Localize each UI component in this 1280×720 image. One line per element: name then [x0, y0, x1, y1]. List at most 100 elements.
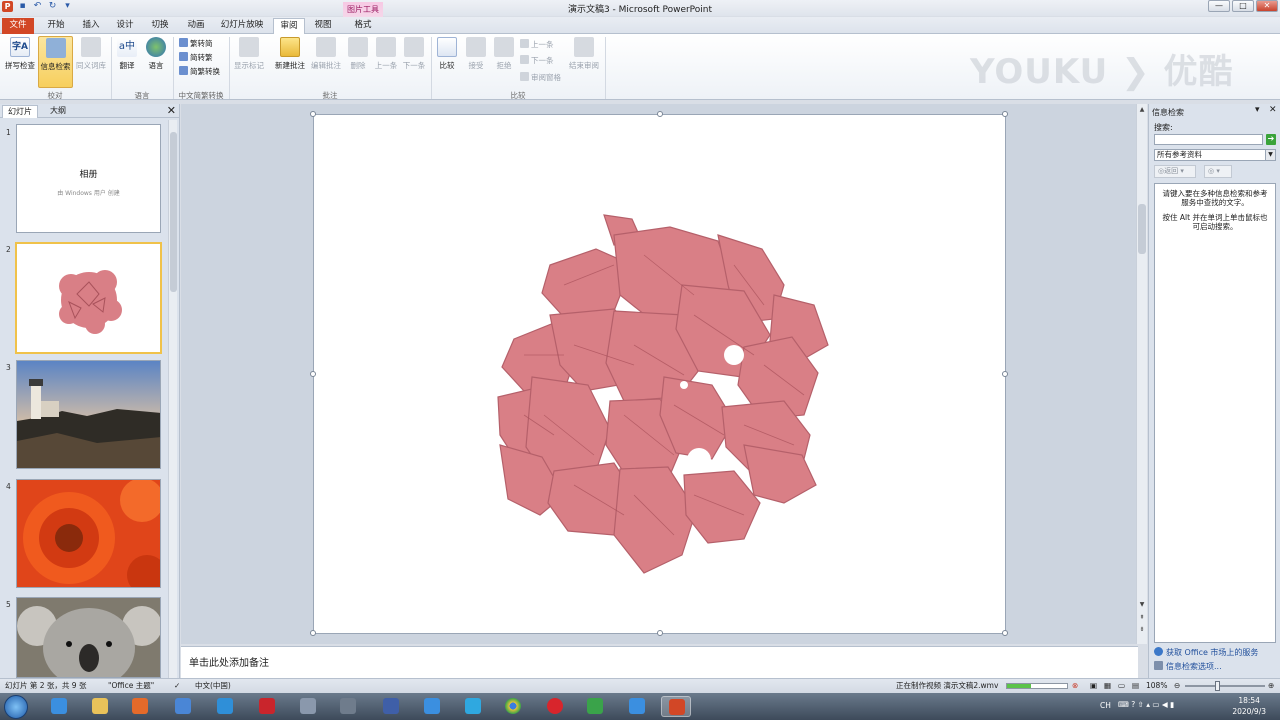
slide-thumbnail-4[interactable]: [16, 479, 161, 588]
taskbar-app-4[interactable]: [168, 696, 198, 717]
spell-check-button[interactable]: 字A 拼写检查: [3, 37, 37, 71]
reading-view-icon[interactable]: ▭: [1118, 679, 1125, 693]
zoom-out-icon[interactable]: ⊖: [1174, 679, 1180, 693]
prev-slide-icon[interactable]: ⇞: [1138, 614, 1146, 621]
notes-pane[interactable]: 单击此处添加备注: [181, 646, 1138, 678]
close-icon[interactable]: ✕: [167, 104, 176, 118]
compare-button[interactable]: 比较: [435, 37, 459, 71]
thesaurus-button[interactable]: 同义词库: [74, 37, 108, 71]
tab-format[interactable]: 格式: [345, 18, 381, 34]
scroll-up-icon[interactable]: ▲: [1138, 106, 1146, 113]
resize-handle[interactable]: [657, 630, 663, 636]
forward-button[interactable]: ◎ ▾: [1204, 165, 1232, 178]
zoom-level[interactable]: 108%: [1146, 679, 1167, 693]
resize-handle[interactable]: [310, 630, 316, 636]
language-indicator[interactable]: 中文(中国): [195, 679, 231, 693]
cancel-task-icon[interactable]: ⊗: [1072, 679, 1078, 693]
tab-review[interactable]: 审阅: [273, 18, 305, 34]
next-comment-button[interactable]: 下一条: [400, 37, 428, 71]
reject-button[interactable]: 拒绝: [491, 37, 517, 71]
taskbar-app-9[interactable]: [376, 696, 406, 717]
start-button[interactable]: [4, 695, 28, 719]
ime-indicator[interactable]: CH: [1100, 701, 1111, 710]
show-markup-button[interactable]: 显示标记: [232, 37, 266, 71]
taskbar-powerpoint[interactable]: [661, 696, 691, 717]
slideshow-view-icon[interactable]: ▤: [1132, 679, 1139, 693]
zoom-in-icon[interactable]: ⊕: [1268, 679, 1274, 693]
close-icon[interactable]: ✕: [1269, 105, 1277, 115]
scrollbar-thumb[interactable]: [170, 132, 177, 292]
translate-button[interactable]: a中 翻译: [114, 37, 140, 71]
taskbar-explorer[interactable]: [85, 696, 115, 717]
taskbar-app-10[interactable]: [417, 696, 447, 717]
resize-handle[interactable]: [310, 371, 316, 377]
research-options-link[interactable]: 信息检索选项...: [1154, 661, 1222, 672]
taskbar-app-6[interactable]: [252, 696, 282, 717]
delete-comment-button[interactable]: 删除: [346, 37, 370, 71]
office-marketplace-link[interactable]: 获取 Office 市场上的服务: [1154, 647, 1258, 658]
research-button[interactable]: 信息检索: [38, 36, 73, 88]
taskbar-app-13[interactable]: [540, 696, 570, 717]
taskbar-media[interactable]: [125, 696, 155, 717]
simp-to-trad-button[interactable]: 简转繁: [179, 52, 213, 63]
zoom-slider-knob[interactable]: [1215, 681, 1220, 691]
tab-slides[interactable]: 幻灯片: [2, 105, 38, 118]
taskbar-app-11[interactable]: [458, 696, 488, 717]
taskbar-ie[interactable]: [44, 696, 74, 717]
edit-comment-button[interactable]: 编辑批注: [308, 37, 344, 71]
tab-view[interactable]: 视图: [308, 18, 338, 34]
new-comment-button[interactable]: 新建批注: [272, 37, 308, 71]
minimize-button[interactable]: —: [1208, 0, 1230, 12]
tab-outline[interactable]: 大纲: [42, 105, 74, 118]
zoom-slider[interactable]: [1185, 681, 1265, 691]
normal-view-icon[interactable]: ▣: [1090, 679, 1097, 693]
accept-button[interactable]: 接受: [463, 37, 489, 71]
taskbar-app-8[interactable]: [333, 696, 363, 717]
resize-handle[interactable]: [1002, 111, 1008, 117]
clock[interactable]: 18:54 2020/9/3: [1232, 695, 1266, 717]
slide-thumbnail-1[interactable]: 相册 由 Windows 用户 创建: [16, 124, 161, 233]
taskbar-app-5[interactable]: [210, 696, 240, 717]
tab-insert[interactable]: 插入: [76, 18, 106, 34]
resize-handle[interactable]: [1002, 630, 1008, 636]
taskbar-app-14[interactable]: [580, 696, 610, 717]
tray-icons[interactable]: ⌨ ? ⇧ ▴ ▭ ◀ ▮: [1118, 700, 1174, 709]
taskbar-chrome[interactable]: [498, 696, 528, 717]
close-button[interactable]: ✕: [1256, 0, 1278, 12]
slide-thumbnail-2[interactable]: [15, 242, 162, 354]
end-review-button[interactable]: 结束审阅: [566, 37, 602, 71]
back-button[interactable]: ◎返回 ▾: [1154, 165, 1196, 178]
resize-handle[interactable]: [657, 111, 663, 117]
taskbar-app-15[interactable]: [622, 696, 652, 717]
tab-animations[interactable]: 动画: [180, 18, 212, 34]
tab-slideshow[interactable]: 幻灯片放映: [216, 18, 268, 34]
prev-comment-button[interactable]: 上一条: [372, 37, 400, 71]
scroll-down-icon[interactable]: ▼: [1138, 601, 1146, 608]
tab-home[interactable]: 开始: [40, 18, 72, 34]
tab-design[interactable]: 设计: [110, 18, 140, 34]
compare-prev-button[interactable]: 上一条: [520, 39, 554, 50]
taskbar-app-7[interactable]: [293, 696, 323, 717]
tab-file[interactable]: 文件: [2, 18, 34, 34]
maximize-button[interactable]: □: [1232, 0, 1254, 12]
slide-scrollbar[interactable]: ▲ ▼ ⇞ ⇟: [1136, 104, 1147, 644]
language-button[interactable]: 语言: [143, 37, 169, 71]
slide-thumbnail-3[interactable]: [16, 360, 161, 469]
hydrangea-picture[interactable]: [314, 115, 1007, 635]
tab-transitions[interactable]: 切换: [145, 18, 175, 34]
slide-sorter-icon[interactable]: ▦: [1104, 679, 1111, 693]
scrollbar-thumb[interactable]: [1138, 204, 1146, 254]
pane-options-icon[interactable]: ▾: [1255, 105, 1260, 115]
compare-next-button[interactable]: 下一条: [520, 55, 554, 66]
resize-handle[interactable]: [310, 111, 316, 117]
spell-status-icon[interactable]: ✓: [174, 679, 180, 693]
review-pane-button[interactable]: 审阅窗格: [520, 72, 561, 83]
next-slide-icon[interactable]: ⇟: [1138, 626, 1146, 633]
search-input[interactable]: [1154, 134, 1263, 145]
reference-source-select[interactable]: 所有参考资料 ▼: [1154, 149, 1276, 161]
current-slide[interactable]: [310, 111, 1008, 636]
chinese-convert-button[interactable]: 简繁转换: [179, 66, 220, 77]
resize-handle[interactable]: [1002, 371, 1008, 377]
start-search-icon[interactable]: ➔: [1266, 134, 1276, 145]
slide-thumbnail-5[interactable]: [16, 597, 161, 678]
